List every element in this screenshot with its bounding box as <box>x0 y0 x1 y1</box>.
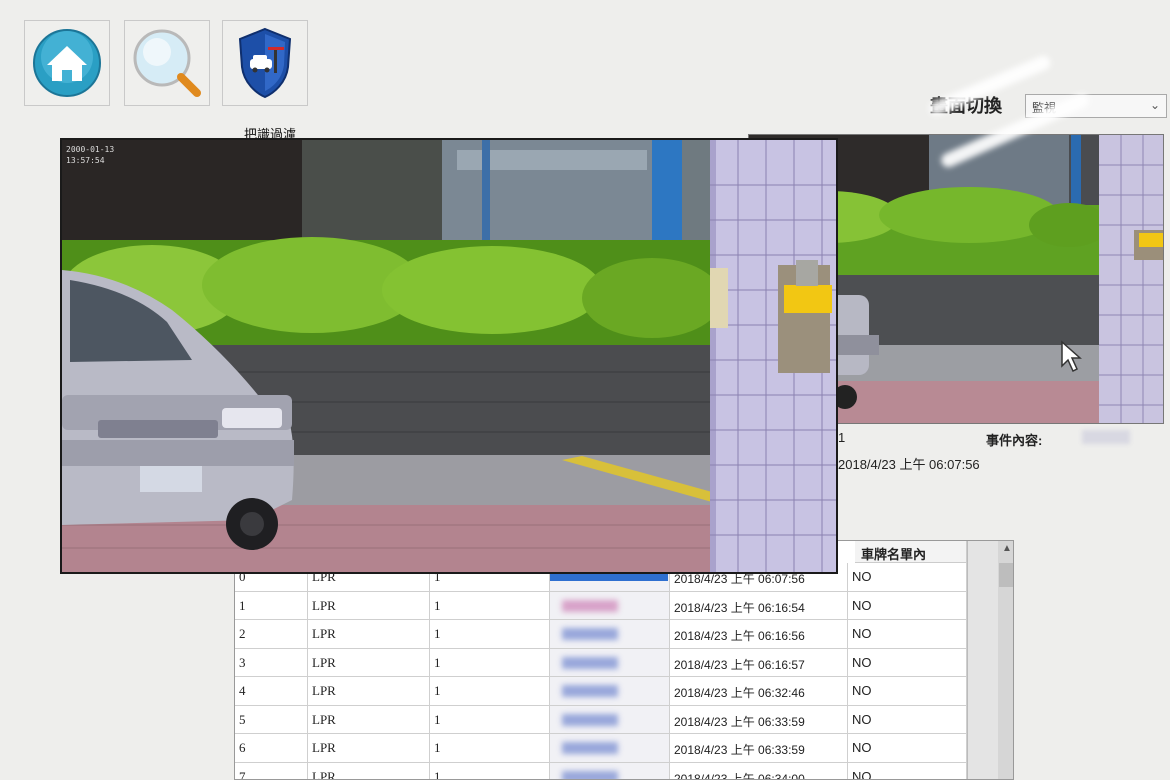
cell-type: LPR <box>308 677 430 705</box>
cell-in-list: NO <box>848 734 967 762</box>
cell-plate-redacted <box>550 734 670 762</box>
cell-type: LPR <box>308 762 430 779</box>
cell-camera: 1 <box>430 705 550 733</box>
cell-in-list: NO <box>848 705 967 733</box>
events-table[interactable]: 車牌名單內 0 LPR 1 2018/4/23 上午 06:07:56 NO 1… <box>234 540 1014 780</box>
cell-time: 2018/4/23 上午 06:34:00 <box>670 762 848 779</box>
camera-time: 13:57:54 <box>66 156 105 165</box>
cell-in-list: NO <box>848 762 967 779</box>
cell-time: 2018/4/23 上午 06:33:59 <box>670 705 848 733</box>
cell-camera: 1 <box>430 591 550 619</box>
home-button[interactable] <box>24 20 110 106</box>
cell-type: LPR <box>308 620 430 648</box>
search-button[interactable] <box>124 20 210 106</box>
table-row[interactable]: 4 LPR 1 2018/4/23 上午 06:32:46 NO <box>235 677 967 706</box>
event-index: 1 <box>838 430 846 445</box>
scrollbar-thumb[interactable] <box>999 563 1013 587</box>
cell-id: 4 <box>235 677 308 705</box>
cell-type: LPR <box>308 734 430 762</box>
main-camera-view: 2000-01-13 13:57:54 <box>62 140 836 572</box>
mouse-cursor-icon <box>1061 340 1082 373</box>
cell-in-list: NO <box>848 677 967 705</box>
cell-plate-redacted <box>550 591 670 619</box>
cell-id: 5 <box>235 705 308 733</box>
event-content-value-redacted <box>1082 430 1130 444</box>
table-row[interactable]: 7 LPR 1 2018/4/23 上午 06:34:00 NO <box>235 762 967 779</box>
table-row[interactable]: 2 LPR 1 2018/4/23 上午 06:16:56 NO <box>235 620 967 649</box>
cell-in-list: NO <box>848 620 967 648</box>
table-row[interactable]: 3 LPR 1 2018/4/23 上午 06:16:57 NO <box>235 648 967 677</box>
cell-time: 2018/4/23 上午 06:16:54 <box>670 591 848 619</box>
table-row[interactable]: 6 LPR 1 2018/4/23 上午 06:33:59 NO <box>235 734 967 763</box>
cell-camera: 1 <box>430 762 550 779</box>
camera-date: 2000-01-13 <box>66 145 115 154</box>
cell-id: 1 <box>235 591 308 619</box>
cell-type: LPR <box>308 591 430 619</box>
column-header-in-plate-list[interactable]: 車牌名單內 <box>855 541 967 563</box>
cell-time: 2018/4/23 上午 06:32:46 <box>670 677 848 705</box>
cell-in-list: NO <box>848 563 967 591</box>
camera-timestamp: 2000-01-13 13:57:54 <box>66 144 114 166</box>
shield-car-icon <box>238 27 292 99</box>
cell-id: 2 <box>235 620 308 648</box>
chevron-down-icon: ⌄ <box>1149 98 1160 112</box>
cell-id: 7 <box>235 762 308 779</box>
cell-time: 2018/4/23 上午 06:33:59 <box>670 734 848 762</box>
cell-camera: 1 <box>430 620 550 648</box>
cell-plate-redacted <box>550 620 670 648</box>
table-row[interactable]: 1 LPR 1 2018/4/23 上午 06:16:54 NO <box>235 591 967 620</box>
cell-id: 6 <box>235 734 308 762</box>
home-icon <box>33 29 101 97</box>
cell-id: 3 <box>235 648 308 676</box>
cell-type: LPR <box>308 648 430 676</box>
plate-filter-button[interactable] <box>222 20 308 106</box>
magnifier-icon <box>133 29 201 97</box>
cell-plate-redacted <box>550 648 670 676</box>
cell-in-list: NO <box>848 591 967 619</box>
event-content-label: 事件內容: <box>986 433 1043 448</box>
cell-in-list: NO <box>848 648 967 676</box>
cell-type: LPR <box>308 705 430 733</box>
event-time: 2018/4/23 上午 06:07:56 <box>838 457 980 472</box>
cell-camera: 1 <box>430 677 550 705</box>
cell-plate-redacted <box>550 677 670 705</box>
cell-time: 2018/4/23 上午 06:16:57 <box>670 648 848 676</box>
cell-time: 2018/4/23 上午 06:16:56 <box>670 620 848 648</box>
table-row[interactable]: 5 LPR 1 2018/4/23 上午 06:33:59 NO <box>235 705 967 734</box>
cell-plate-redacted <box>550 705 670 733</box>
cell-camera: 1 <box>430 648 550 676</box>
table-scrollbar[interactable]: ▲ <box>967 541 1013 779</box>
cell-camera: 1 <box>430 734 550 762</box>
scroll-up-arrow-icon[interactable]: ▲ <box>998 543 1013 559</box>
cell-plate-redacted <box>550 762 670 779</box>
